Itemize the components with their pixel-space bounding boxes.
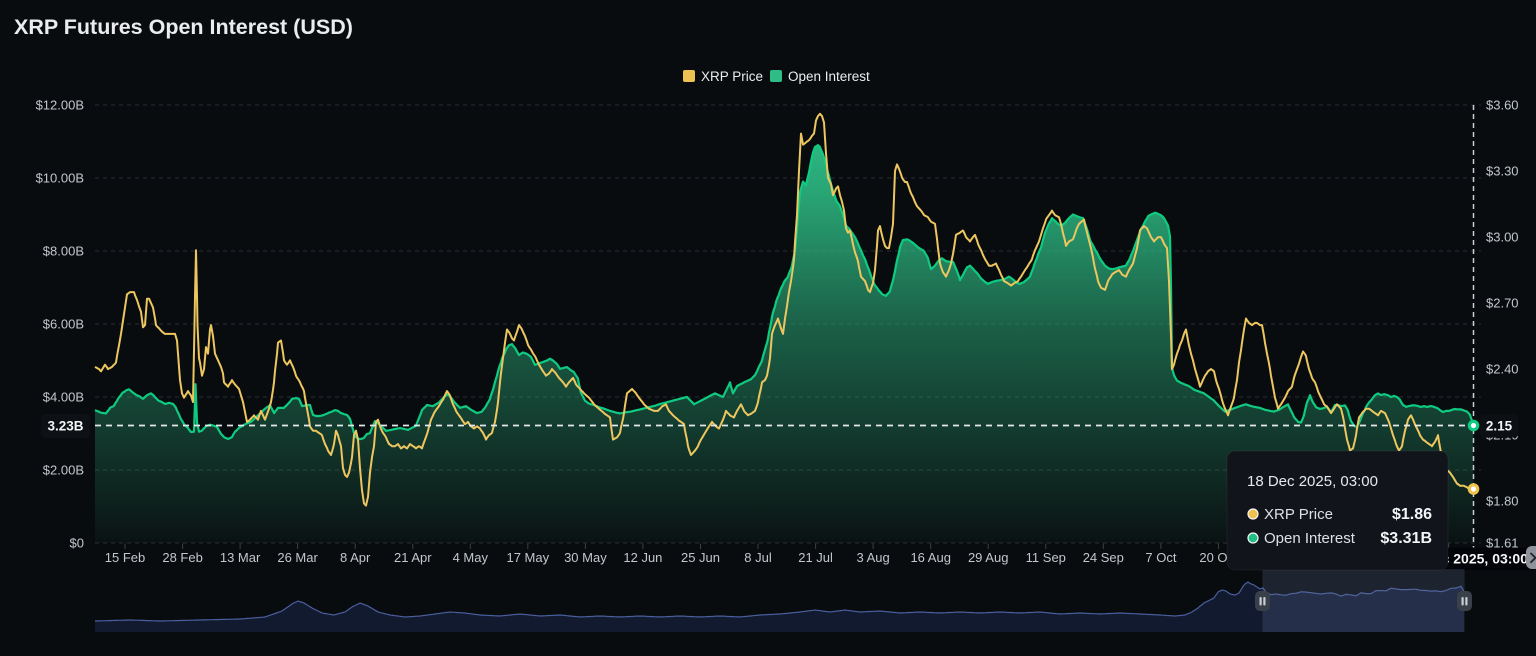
svg-text:8 Jul: 8 Jul — [744, 550, 772, 565]
svg-text:16 Aug: 16 Aug — [910, 550, 951, 565]
svg-text:XRP Price: XRP Price — [1264, 506, 1333, 523]
svg-text:$2.70: $2.70 — [1486, 296, 1519, 311]
svg-text:2.15: 2.15 — [1486, 419, 1513, 434]
svg-text:$3.31B: $3.31B — [1380, 530, 1432, 547]
svg-text:4 May: 4 May — [453, 550, 489, 565]
svg-text:18 Dec 2025, 03:00: 18 Dec 2025, 03:00 — [1247, 473, 1378, 490]
svg-text:26 Mar: 26 Mar — [277, 550, 318, 565]
svg-text:17 May: 17 May — [506, 550, 549, 565]
svg-text:7 Oct: 7 Oct — [1145, 550, 1176, 565]
svg-text:15 Feb: 15 Feb — [105, 550, 145, 565]
svg-text:$1.80: $1.80 — [1486, 494, 1519, 509]
svg-text:3.23B: 3.23B — [47, 419, 83, 434]
svg-text:$3.60: $3.60 — [1486, 98, 1519, 113]
svg-text:21 Apr: 21 Apr — [394, 550, 432, 565]
svg-text:21 Jul: 21 Jul — [798, 550, 833, 565]
svg-text:Open Interest: Open Interest — [788, 69, 870, 84]
svg-text:11 Sep: 11 Sep — [1026, 550, 1066, 565]
svg-text:$4.00B: $4.00B — [43, 390, 84, 405]
svg-text:25 Jun: 25 Jun — [681, 550, 720, 565]
svg-text:$6.00B: $6.00B — [43, 317, 84, 332]
svg-text:XRP Futures Open Interest (USD: XRP Futures Open Interest (USD) — [14, 15, 353, 39]
svg-text:$10.00B: $10.00B — [36, 171, 84, 186]
svg-text:13 Mar: 13 Mar — [220, 550, 261, 565]
svg-text:24 Sep: 24 Sep — [1083, 550, 1124, 565]
svg-text:$1.86: $1.86 — [1392, 506, 1432, 523]
svg-text:XRP Price: XRP Price — [701, 69, 763, 84]
svg-text:3 Aug: 3 Aug — [856, 550, 889, 565]
svg-text:$12.00B: $12.00B — [36, 98, 84, 113]
svg-text:$2.00B: $2.00B — [43, 463, 84, 478]
svg-text:28 Feb: 28 Feb — [162, 550, 202, 565]
svg-text:8 Apr: 8 Apr — [340, 550, 371, 565]
svg-text:$8.00B: $8.00B — [43, 244, 84, 259]
svg-text:$3.00: $3.00 — [1486, 230, 1519, 245]
svg-text:29 Aug: 29 Aug — [968, 550, 1009, 565]
svg-text:$3.30: $3.30 — [1486, 164, 1519, 179]
svg-text:$2.40: $2.40 — [1486, 362, 1519, 377]
svg-text:12 Jun: 12 Jun — [623, 550, 662, 565]
svg-text:$0: $0 — [70, 536, 84, 551]
svg-text:30 May: 30 May — [564, 550, 607, 565]
svg-text:Open Interest: Open Interest — [1264, 530, 1356, 547]
